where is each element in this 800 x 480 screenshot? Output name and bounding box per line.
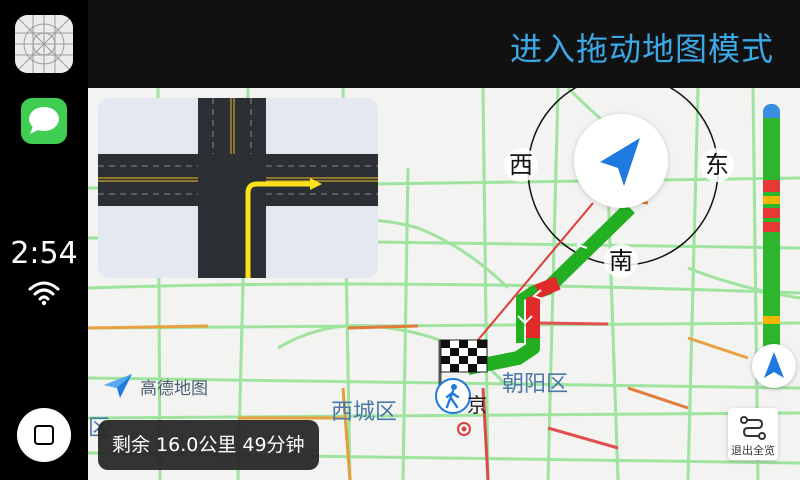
wifi-icon	[28, 281, 60, 306]
messages-app-icon[interactable]	[21, 98, 67, 144]
compass-west: 西	[504, 148, 538, 182]
home-button[interactable]	[17, 408, 71, 462]
gaode-logo-icon	[104, 374, 132, 398]
district-label-xicheng: 西城区	[331, 400, 398, 425]
gaode-brand: 高德地图	[102, 372, 208, 400]
city-label: 京	[467, 393, 487, 417]
navigation-arrow-icon	[600, 138, 640, 186]
remaining-info: 剩余 16.0公里 49分钟	[98, 420, 319, 470]
locate-arrow-icon	[764, 352, 784, 378]
walk-marker	[435, 378, 471, 414]
traffic-status-bar	[763, 104, 780, 354]
exit-overview-button[interactable]: 退出全览	[728, 408, 778, 460]
carplay-sidebar: 2:54	[0, 0, 88, 480]
junction-preview	[98, 98, 378, 278]
maps-app-icon[interactable]	[15, 15, 73, 73]
locate-button[interactable]	[752, 344, 796, 388]
compass-east: 东	[700, 148, 734, 182]
district-label-chaoyang: 朝阳区	[502, 372, 569, 397]
exit-overview-label: 退出全览	[731, 444, 775, 457]
route-overview-icon	[740, 416, 766, 440]
map-view[interactable]: 西 东 南 朝阳区 西城区 京 区 高德地图	[88, 88, 800, 480]
current-position-puck	[574, 114, 668, 208]
drag-map-mode-button[interactable]: 进入拖动地图模式	[510, 24, 774, 70]
top-bar: 进入拖动地图模式	[88, 0, 800, 88]
compass-south: 南	[604, 244, 638, 278]
pedestrian-icon	[445, 384, 460, 409]
clock-time: 2:54	[10, 236, 78, 271]
home-square-icon	[34, 425, 54, 445]
gaode-brand-text: 高德地图	[140, 378, 208, 399]
